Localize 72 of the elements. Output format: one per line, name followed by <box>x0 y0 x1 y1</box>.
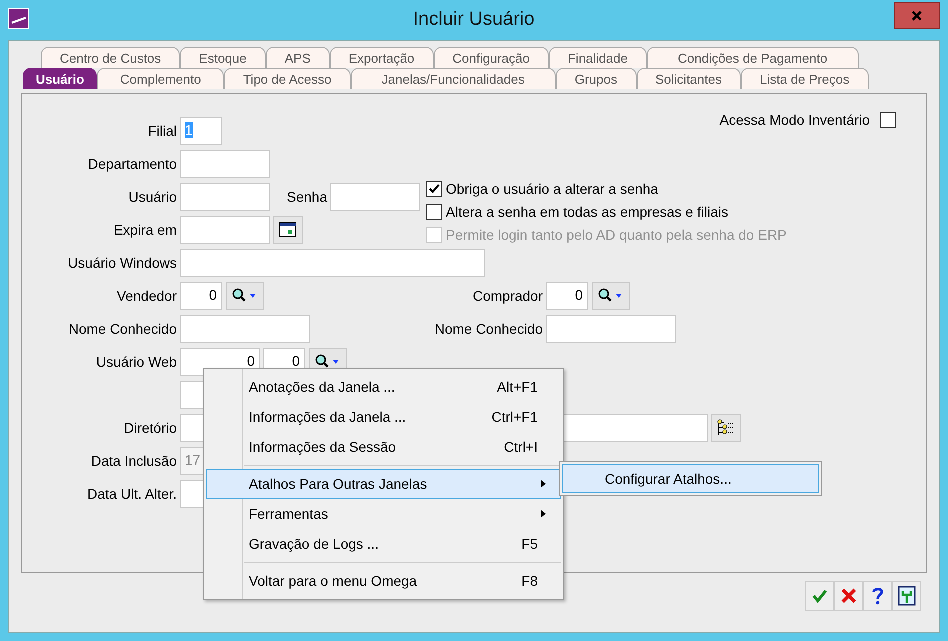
tab[interactable]: Configuração <box>434 47 549 68</box>
tab[interactable]: Condições de Pagamento <box>646 47 859 68</box>
menu-item[interactable]: Informações da Janela ... Ctrl+F1 <box>206 402 561 432</box>
window-title: Incluir Usuário <box>413 9 535 31</box>
field-label: Nome Conhecido <box>68 320 177 337</box>
close-icon <box>840 588 856 604</box>
checkbox-label: Acessa Modo Inventário <box>720 112 870 128</box>
search-icon <box>231 288 259 304</box>
menu-item[interactable]: Gravação de Logs ... F5 <box>206 529 561 559</box>
search-button[interactable] <box>226 282 264 310</box>
checkbox-label: Obriga o usuário a alterar a senha <box>446 180 658 196</box>
field-label: Senha <box>287 188 328 205</box>
field-label: Data Inclusão <box>90 452 177 469</box>
input-field[interactable] <box>180 315 310 343</box>
field-label: Usuário <box>128 188 177 205</box>
date-field[interactable] <box>180 216 270 244</box>
tools-button[interactable] <box>892 581 921 611</box>
field-label: Filial <box>147 122 177 139</box>
input-field[interactable] <box>546 315 676 343</box>
tab[interactable]: Exportação <box>330 47 434 68</box>
field-label: Vendedor <box>116 287 177 304</box>
input-field[interactable]: 0 <box>180 282 222 310</box>
app-icon <box>8 8 30 30</box>
search-icon <box>597 288 625 304</box>
menu-item[interactable]: Voltar para o menu Omega F8 <box>206 562 561 596</box>
input-field[interactable] <box>180 150 270 178</box>
checkbox[interactable] <box>880 112 896 128</box>
field-label: Comprador <box>472 287 543 304</box>
tab[interactable]: Solicitantes <box>636 68 741 89</box>
search-button[interactable] <box>592 282 630 310</box>
tab[interactable]: APS <box>266 47 330 68</box>
field-label: Usuário Web <box>95 353 177 370</box>
checkmark-icon <box>812 588 828 604</box>
tab[interactable]: Lista de Preços <box>740 68 869 89</box>
help-button[interactable] <box>863 581 892 611</box>
tab[interactable]: Janelas/Funcionalidades <box>350 68 556 89</box>
checkbox-label: Permite login tanto pelo AD quanto pela senha do ERP <box>446 226 787 242</box>
close-icon <box>911 10 923 22</box>
tab[interactable]: Usuário <box>23 68 98 89</box>
tab[interactable]: Centro de Custos <box>41 47 180 68</box>
confirm-button[interactable] <box>805 581 834 611</box>
tab[interactable]: Tipo de Acesso <box>224 68 351 89</box>
checkbox[interactable] <box>426 204 442 220</box>
cancel-button[interactable] <box>834 581 863 611</box>
tab[interactable]: Finalidade <box>548 47 647 68</box>
question-mark-icon <box>870 587 886 605</box>
input-field[interactable] <box>180 183 270 211</box>
checkbox-label: Altera a senha em todas as empresas e filiais <box>446 204 728 220</box>
search-icon <box>314 354 342 370</box>
submenu-arrow-icon <box>541 480 546 488</box>
calendar-icon <box>279 222 297 238</box>
field-label: Usuário Windows <box>67 254 177 271</box>
checkbox[interactable] <box>426 180 442 196</box>
tab[interactable]: Grupos <box>556 68 636 89</box>
field-label: Data Ult. Alter. <box>86 485 177 502</box>
field-label: Departamento <box>87 155 177 172</box>
menu-item[interactable]: Ferramentas <box>206 499 561 529</box>
tab[interactable]: Estoque <box>180 47 266 68</box>
field-label: Expira em <box>112 221 177 238</box>
calendar-button[interactable] <box>273 216 303 244</box>
tab[interactable]: Complemento <box>97 68 224 89</box>
input-field[interactable]: 0 <box>546 282 588 310</box>
folder-tree-button[interactable] <box>711 414 741 442</box>
submenu-arrow-icon <box>541 510 546 518</box>
menu-item[interactable]: Configurar Atalhos... <box>562 464 819 493</box>
input-field[interactable] <box>180 249 485 277</box>
menu-item[interactable]: Informações da Sessão Ctrl+I <box>206 432 561 462</box>
password-field[interactable] <box>330 183 420 211</box>
tree-icon <box>716 419 736 437</box>
close-button[interactable] <box>894 2 940 29</box>
field-label: Diretório <box>123 419 177 436</box>
field-label: Nome Conhecido <box>434 320 543 337</box>
